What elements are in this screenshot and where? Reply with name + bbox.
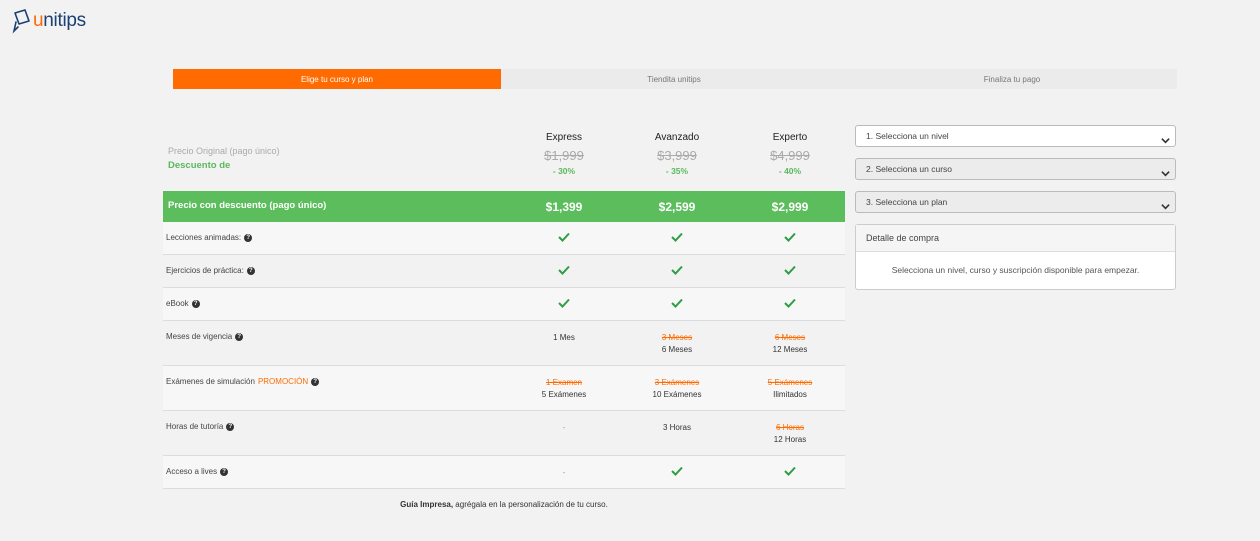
cell-value: - xyxy=(562,423,566,432)
cell-value: - xyxy=(562,468,566,477)
cell-check xyxy=(735,298,845,310)
select-level[interactable]: 1. Selecciona un nivel xyxy=(855,125,1176,147)
question-circle-icon[interactable]: ? xyxy=(191,299,200,308)
price-express: $1,399 xyxy=(545,200,583,214)
plan-header-experto: Experto $4,999 - 40% xyxy=(735,132,845,176)
feature-label: Meses de vigencia? xyxy=(166,332,244,341)
select-course[interactable]: 2. Selecciona un curso xyxy=(855,158,1176,180)
brand-logo[interactable]: unitips xyxy=(12,6,86,34)
cell-check xyxy=(509,265,619,277)
question-circle-icon[interactable]: ? xyxy=(244,233,253,242)
check-icon xyxy=(558,265,570,275)
step-checkout[interactable]: Finaliza tu pago xyxy=(847,69,1177,89)
cell-check xyxy=(622,232,732,244)
purchase-detail-panel: Detalle de compra Selecciona un nivel, c… xyxy=(855,224,1176,290)
cell-value: 3 Meses 6 Meses xyxy=(661,333,693,354)
step-choose-course[interactable]: Elige tu curso y plan xyxy=(173,69,501,89)
plan-original-price: $4,999 xyxy=(770,148,810,163)
cell-check xyxy=(622,466,732,478)
feature-label: Exámenes de simulación PROMOCIÓN? xyxy=(166,377,320,386)
feature-row-meses: Meses de vigencia? 1 Mes 3 Meses 6 Meses … xyxy=(163,321,845,366)
cell-value: 1 Mes xyxy=(553,333,575,342)
feature-label: eBook? xyxy=(166,299,200,308)
promo-badge: PROMOCIÓN xyxy=(257,377,309,386)
question-circle-icon[interactable]: ? xyxy=(235,332,244,341)
check-icon xyxy=(671,232,683,242)
price-avanzado: $2,599 xyxy=(658,200,696,214)
cell-check xyxy=(735,232,845,244)
plan-discount: - 40% xyxy=(778,166,802,176)
question-circle-icon[interactable]: ? xyxy=(311,377,320,386)
plan-name: Avanzado xyxy=(654,132,700,143)
feature-row-lives: Acceso a lives? - xyxy=(163,456,845,489)
feature-row-ebook: eBook? xyxy=(163,288,845,321)
check-icon xyxy=(671,298,683,308)
check-icon xyxy=(671,466,683,476)
cell-check xyxy=(735,466,845,478)
chevron-down-icon xyxy=(1161,132,1170,144)
feature-row-lecciones: Lecciones animadas:? xyxy=(163,222,845,255)
plan-original-price: $3,999 xyxy=(657,148,697,163)
feature-row-tutoria: Horas de tutoría? - 3 Horas 6 Horas 12 Ho… xyxy=(163,411,845,456)
plans-comparison-table: Precio Original (pago único) Descuento d… xyxy=(163,118,845,489)
question-circle-icon[interactable]: ? xyxy=(246,266,255,275)
feature-label: Horas de tutoría? xyxy=(166,422,235,431)
cell-check xyxy=(509,298,619,310)
check-icon xyxy=(784,466,796,476)
check-icon xyxy=(784,298,796,308)
check-icon xyxy=(784,232,796,242)
cell-check xyxy=(622,298,732,310)
purchase-detail-empty: Selecciona un nivel, curso y suscripción… xyxy=(891,265,1140,275)
cell-value: 3 Exámenes 10 Exámenes xyxy=(652,378,702,399)
check-icon xyxy=(558,298,570,308)
printed-guide-note: Guía Impresa, agrégala en la personaliza… xyxy=(400,500,608,509)
cell-value: 5 Exámenes Ilimitados xyxy=(767,378,813,399)
discounted-price-label: Precio con descuento (pago único) xyxy=(168,200,327,211)
plan-discount: - 30% xyxy=(552,166,576,176)
chevron-down-icon xyxy=(1161,198,1170,210)
check-icon xyxy=(558,232,570,242)
cell-value: 1 Examen 5 Exámenes xyxy=(541,378,587,399)
plan-name: Express xyxy=(545,132,583,143)
purchase-sidebar: 1. Selecciona un nivel 2. Selecciona un … xyxy=(855,125,1176,290)
plan-header-express: Express $1,999 - 30% xyxy=(509,132,619,176)
select-plan[interactable]: 3. Selecciona un plan xyxy=(855,191,1176,213)
feature-row-examenes: Exámenes de simulación PROMOCIÓN? 1 Exame… xyxy=(163,366,845,411)
step-store[interactable]: Tiendita unitips xyxy=(501,69,847,89)
plan-header-avanzado: Avanzado $3,999 - 35% xyxy=(622,132,732,176)
question-circle-icon[interactable]: ? xyxy=(220,467,229,476)
plan-discount: - 35% xyxy=(665,166,689,176)
cell-check xyxy=(509,232,619,244)
cell-check xyxy=(622,265,732,277)
plan-name: Experto xyxy=(772,132,808,143)
chevron-down-icon xyxy=(1161,165,1170,177)
check-icon xyxy=(671,265,683,275)
feature-label: Acceso a lives? xyxy=(166,467,229,476)
checkout-steps: Elige tu curso y plan Tiendita unitips F… xyxy=(173,69,1177,89)
feature-row-ejercicios: Ejercicios de práctica:? xyxy=(163,255,845,288)
cell-value: 6 Meses 12 Meses xyxy=(772,333,808,354)
cell-check xyxy=(735,265,845,277)
price-experto: $2,999 xyxy=(771,200,809,214)
check-icon xyxy=(784,265,796,275)
logo-text: unitips xyxy=(33,9,86,31)
discount-label: Descuento de xyxy=(168,160,231,171)
cell-value: 3 Horas xyxy=(662,423,691,432)
original-price-label: Precio Original (pago único) xyxy=(168,146,280,156)
cell-value: 6 Horas 12 Horas xyxy=(773,423,807,444)
plan-original-price: $1,999 xyxy=(544,148,584,163)
logo-mark-icon xyxy=(12,8,32,34)
feature-label: Lecciones animadas:? xyxy=(166,233,253,242)
feature-label: Ejercicios de práctica:? xyxy=(166,266,255,275)
discounted-price-row: Precio con descuento (pago único) $1,399… xyxy=(163,191,845,222)
question-circle-icon[interactable]: ? xyxy=(226,422,235,431)
purchase-detail-title: Detalle de compra xyxy=(856,225,1175,252)
plans-header-row: Precio Original (pago único) Descuento d… xyxy=(163,118,845,191)
